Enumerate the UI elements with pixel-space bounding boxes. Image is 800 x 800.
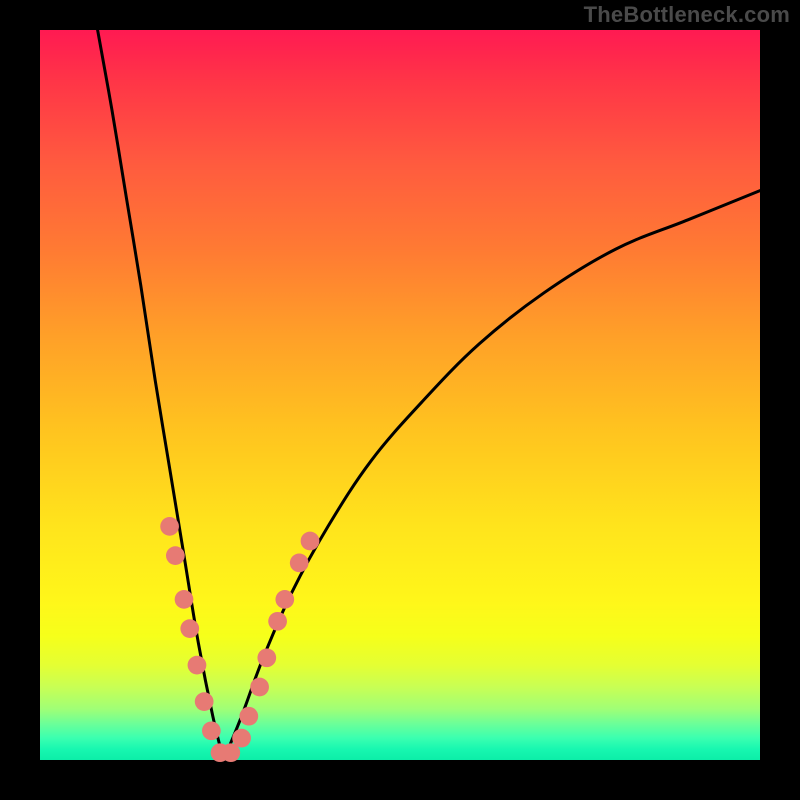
scatter-marker	[175, 590, 194, 609]
plot-area	[40, 30, 760, 760]
scatter-markers	[160, 517, 319, 762]
scatter-marker	[290, 554, 309, 573]
scatter-marker	[239, 707, 258, 726]
chart-svg	[40, 30, 760, 760]
scatter-marker	[166, 546, 185, 565]
scatter-marker	[250, 678, 269, 697]
scatter-marker	[160, 517, 179, 536]
scatter-marker	[301, 532, 320, 551]
scatter-marker	[195, 692, 214, 711]
scatter-marker	[232, 729, 251, 748]
watermark-text: TheBottleneck.com	[584, 2, 790, 28]
left-descending-curve	[98, 30, 224, 760]
scatter-marker	[188, 656, 207, 675]
scatter-marker	[257, 648, 276, 667]
chart-frame: TheBottleneck.com	[0, 0, 800, 800]
scatter-marker	[275, 590, 294, 609]
scatter-marker	[180, 619, 199, 638]
scatter-marker	[268, 612, 287, 631]
right-ascending-curve	[224, 191, 760, 760]
scatter-marker	[202, 721, 221, 740]
